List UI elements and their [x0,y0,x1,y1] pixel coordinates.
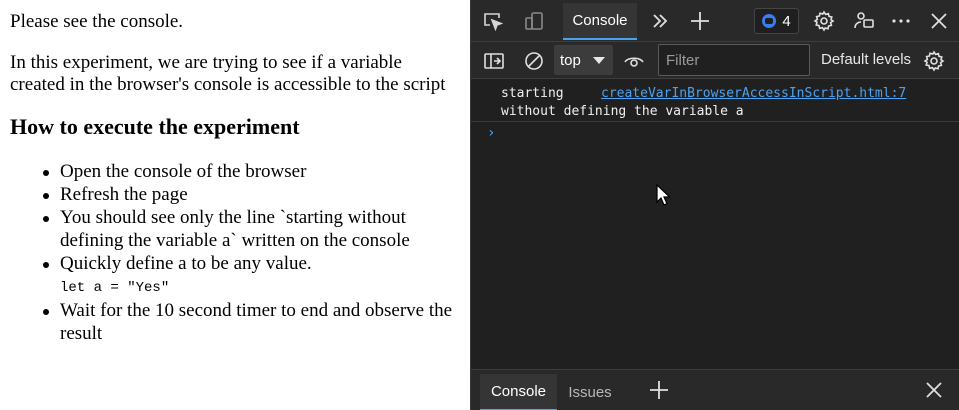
console-output[interactable]: starting without defining the variable a… [471,80,959,369]
issues-icon [762,14,777,28]
code-snippet: let a = "Yes" [60,280,170,296]
console-toolbar: top Default levels [471,42,959,79]
more-options-icon[interactable] [889,9,913,33]
filter-input[interactable] [658,44,810,76]
close-drawer-icon[interactable] [922,378,946,402]
list-item: Open the console of the browser [43,160,460,183]
list-item: Quickly define a to be any value. let a … [43,252,460,299]
log-source-link[interactable]: createVarInBrowserAccessInScript.html:7 [601,85,906,103]
devtools-tabbar: Console 4 [471,0,959,42]
settings-icon[interactable] [812,9,836,33]
feedback-icon[interactable] [852,9,876,33]
more-tabs-icon[interactable] [648,9,672,33]
mouse-cursor-icon [656,183,671,206]
log-entry: starting without defining the variable a… [471,82,959,122]
log-levels-dropdown[interactable]: Default levels [821,51,911,68]
drawer-tabbar: Console Issues [471,369,959,410]
console-prompt[interactable]: › [487,125,495,141]
list-item: You should see only the line `starting w… [43,206,460,252]
tab-console[interactable]: Console [563,3,637,40]
console-settings-icon[interactable] [922,49,946,73]
add-tab-icon[interactable] [688,9,712,33]
description-text: In this experiment, we are trying to see… [10,52,446,95]
inspect-icon[interactable] [481,9,505,33]
issues-count: 4 [782,12,791,30]
issues-badge[interactable]: 4 [754,8,799,34]
live-expression-icon[interactable] [622,49,646,73]
chevron-down-icon [593,57,605,64]
device-toolbar-icon[interactable] [522,9,546,33]
step-text: Quickly define a to be any value. [60,253,312,274]
list-item: Refresh the page [43,183,460,206]
page-heading: How to execute the experiment [10,114,300,139]
list-item: Wait for the 10 second timer to end and … [43,299,460,345]
sidebar-toggle-icon[interactable] [482,49,506,73]
add-drawer-tab-icon[interactable] [647,378,671,402]
drawer-tab-issues[interactable]: Issues [565,374,615,410]
context-value: top [560,51,581,69]
steps-list: Open the console of the browser Refresh … [10,160,460,345]
drawer-tab-console[interactable]: Console [480,374,557,410]
intro-text: Please see the console. [10,11,184,32]
context-selector[interactable]: top [554,45,613,75]
devtools-panel: Console 4 top Filter Default levels star… [470,0,959,410]
web-page: Please see the console. In this experime… [0,0,470,410]
clear-console-icon[interactable] [522,49,546,73]
close-icon[interactable] [927,9,951,33]
